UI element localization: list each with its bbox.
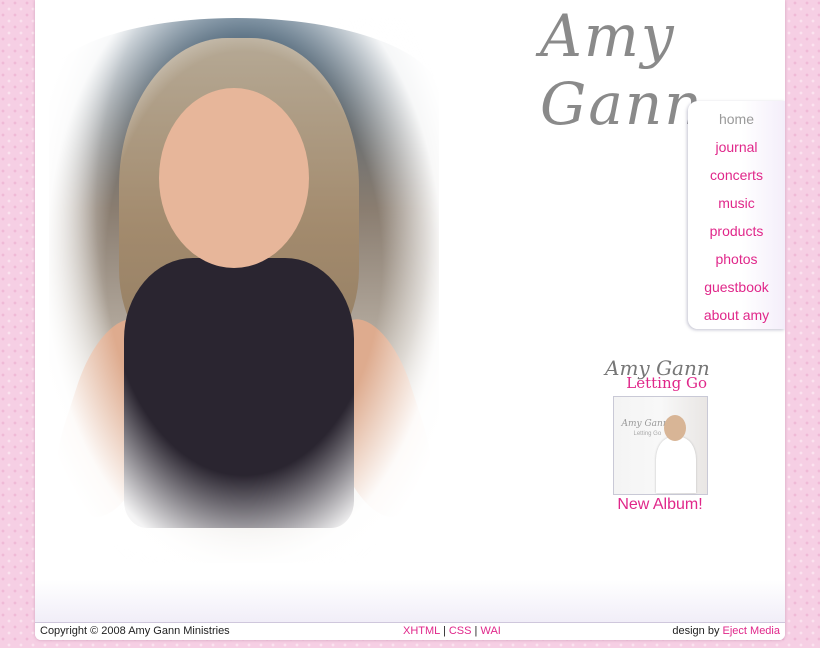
xhtml-link[interactable]: XHTML xyxy=(403,625,440,637)
nav-item-guestbook[interactable]: guestbook xyxy=(688,277,785,305)
nav-item-products[interactable]: products xyxy=(688,221,785,249)
album-cover-artist: Amy Gann xyxy=(621,419,669,429)
link-separator: | xyxy=(442,625,446,637)
album-cover-image[interactable]: Amy Gann Letting Go xyxy=(612,396,708,495)
link-separator: | xyxy=(474,625,478,637)
design-credit: design by Eject Media xyxy=(672,625,780,637)
new-album-link[interactable]: New Album! xyxy=(605,496,715,514)
wai-link[interactable]: WAI xyxy=(480,625,500,637)
photo-vignette xyxy=(49,18,439,563)
footer: Copyright © 2008 Amy Gann Ministries XHT… xyxy=(35,622,785,640)
eject-media-link[interactable]: Eject Media xyxy=(723,625,780,637)
album-cover-title: Letting Go xyxy=(633,431,662,437)
album-cover-figure-body xyxy=(655,437,696,493)
design-credit-prefix: design by xyxy=(672,625,720,637)
css-link[interactable]: CSS xyxy=(449,625,472,637)
main-nav: home journal concerts music products pho… xyxy=(688,101,785,329)
hero-photo xyxy=(40,18,448,563)
validation-links: XHTML | CSS | WAI xyxy=(403,625,501,637)
nav-item-music[interactable]: music xyxy=(688,193,785,221)
page-container: Amy Gann home journal concerts music pro… xyxy=(35,0,785,640)
copyright-text: Copyright © 2008 Amy Gann Ministries xyxy=(40,625,230,637)
nav-item-photos[interactable]: photos xyxy=(688,249,785,277)
album-promo: Amy Gann Letting Go Amy Gann Letting Go … xyxy=(605,358,715,514)
nav-item-concerts[interactable]: concerts xyxy=(688,165,785,193)
nav-item-about-amy[interactable]: about amy xyxy=(688,305,785,333)
nav-item-journal[interactable]: journal xyxy=(688,137,785,165)
nav-item-home[interactable]: home xyxy=(688,109,785,137)
album-cover-figure-head xyxy=(663,415,686,441)
footer-band xyxy=(35,580,785,622)
